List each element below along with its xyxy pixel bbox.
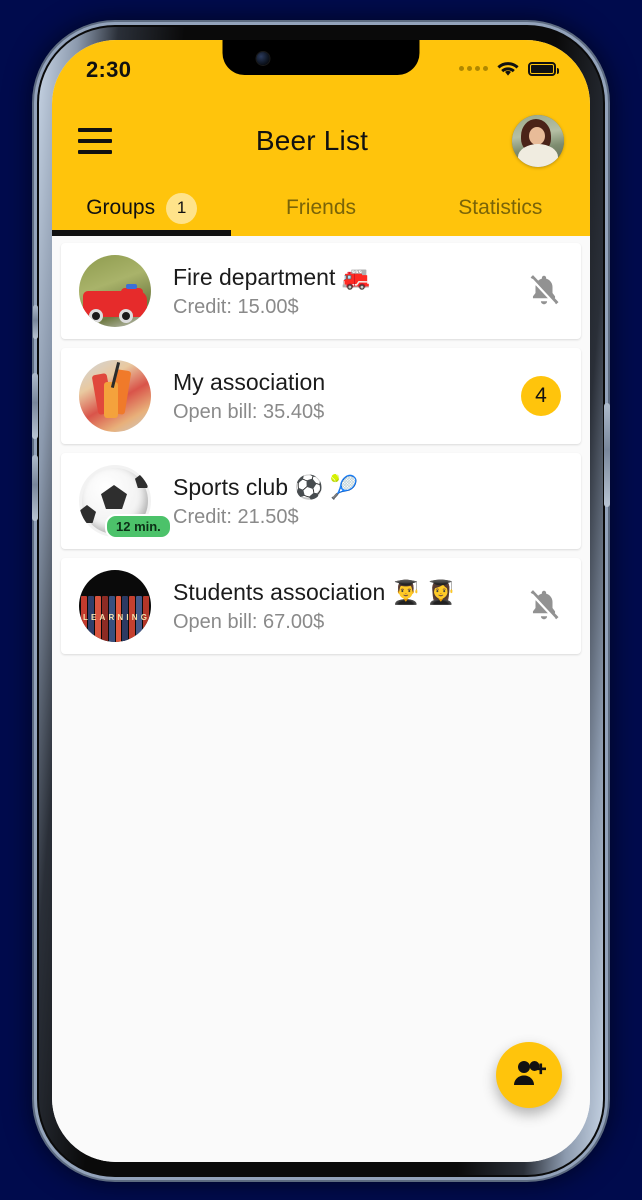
wifi-icon	[497, 60, 519, 77]
group-name: Sports club ⚽ 🎾	[173, 473, 359, 500]
group-list: Fire department 🚒 Credit: 15.00$ My asso…	[52, 236, 590, 1162]
volume-up-button[interactable]	[32, 373, 38, 439]
page-title: Beer List	[255, 125, 369, 156]
add-person-icon	[512, 1058, 547, 1093]
group-balance: Credit: 15.00$	[173, 295, 299, 318]
phone-screen: 2:30 Beer List Groups 1 Friends Statisti…	[52, 40, 590, 1162]
silent-switch-button[interactable]	[33, 305, 38, 339]
display-notch	[222, 40, 420, 75]
list-item[interactable]: LEARNING Students association 👨‍🎓 👩‍🎓 Op…	[61, 558, 581, 654]
bell-off-icon[interactable]	[527, 272, 561, 310]
status-clock: 2:30	[86, 57, 132, 82]
group-avatar: 12 min.	[79, 465, 172, 539]
status-bar: 2:30	[52, 40, 590, 102]
group-name: Students association 👨‍🎓 👩‍🎓	[173, 578, 456, 605]
user-avatar[interactable]	[511, 115, 564, 167]
list-item[interactable]: My association Open bill: 35.40$ 4	[61, 348, 581, 444]
tab-bar: Groups 1 Friends Statistics	[52, 180, 590, 236]
front-camera-icon	[256, 52, 270, 65]
list-item[interactable]: Fire department 🚒 Credit: 15.00$	[61, 243, 581, 339]
tab-statistics[interactable]: Statistics	[411, 180, 590, 236]
tab-groups-badge: 1	[166, 192, 198, 224]
list-item[interactable]: 12 min. Sports club ⚽ 🎾 Credit: 21.50$	[61, 453, 581, 549]
phone-frame: 2:30 Beer List Groups 1 Friends Statisti…	[32, 25, 610, 1177]
group-avatar: LEARNING	[79, 570, 151, 642]
status-indicators	[459, 57, 559, 77]
power-button[interactable]	[604, 403, 610, 507]
add-group-fab[interactable]	[496, 1042, 562, 1108]
bell-off-icon[interactable]	[527, 587, 561, 625]
battery-full-icon	[528, 61, 559, 76]
app-bar: Beer List	[52, 102, 590, 180]
list-item-text: Sports club ⚽ 🎾 Credit: 21.50$	[151, 474, 561, 529]
time-chip-badge: 12 min.	[105, 514, 172, 539]
group-name: Fire department 🚒	[173, 263, 371, 290]
group-avatar	[79, 360, 151, 432]
group-name: My association	[173, 368, 326, 395]
group-balance: Open bill: 67.00$	[173, 610, 325, 633]
tab-groups[interactable]: Groups 1	[52, 180, 231, 236]
tab-groups-label: Groups	[86, 196, 156, 219]
tab-friends-label: Friends	[285, 196, 356, 219]
volume-down-button[interactable]	[32, 455, 38, 521]
hamburger-menu-icon[interactable]	[78, 128, 112, 154]
list-item-text: My association Open bill: 35.40$	[151, 369, 521, 424]
group-balance: Open bill: 35.40$	[173, 400, 325, 423]
list-item-text: Students association 👨‍🎓 👩‍🎓 Open bill: …	[151, 579, 527, 634]
tab-statistics-label: Statistics	[458, 196, 543, 219]
list-item-text: Fire department 🚒 Credit: 15.00$	[151, 264, 527, 319]
signal-dots-icon	[459, 66, 488, 71]
group-avatar	[79, 255, 151, 327]
group-balance: Credit: 21.50$	[173, 505, 299, 528]
tab-friends[interactable]: Friends	[231, 180, 410, 236]
status-badge[interactable]: 4	[521, 376, 561, 416]
